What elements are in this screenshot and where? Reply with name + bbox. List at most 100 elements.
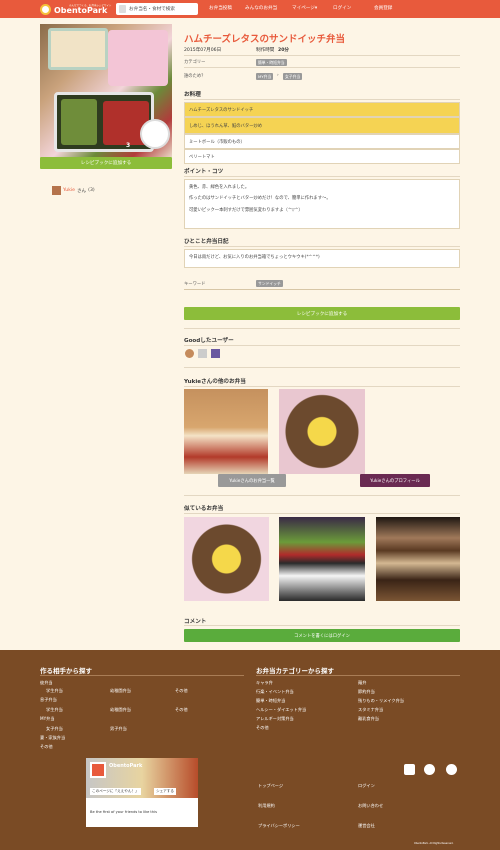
footer-link[interactable]: その他 xyxy=(175,707,188,713)
others-list-button[interactable]: Yukieさんのお弁当一覧 xyxy=(218,474,286,487)
footer-link[interactable]: 妻・家族弁当 xyxy=(40,735,65,741)
nav-mypage[interactable]: マイページ▾ xyxy=(292,5,317,11)
footer-link[interactable]: アレルギー対策弁当 xyxy=(256,716,294,722)
bento-thumbnail[interactable] xyxy=(184,389,268,474)
footer-link[interactable]: トップページ xyxy=(258,783,283,789)
add-recipe-button-bottom[interactable]: レシピブックに追加する xyxy=(184,307,460,320)
dish-item: しめじ、ほうれん草、鮭のバター炒め xyxy=(184,117,460,134)
logo-tagline: みんなでつくる、お弁当レシピサイト xyxy=(69,4,112,7)
nav-post[interactable]: お弁当投稿 xyxy=(209,5,232,11)
footer-link[interactable]: キャラ弁 xyxy=(256,680,273,686)
footer-link[interactable]: 学生弁当 xyxy=(46,688,63,694)
avatar[interactable] xyxy=(211,349,220,358)
facebook-widget[interactable]: ObentoPark このページに「ええやん！」 シェアする Be the fi… xyxy=(86,758,198,827)
dishes-title: お料理 xyxy=(184,92,201,98)
footer-link[interactable]: 学生弁当 xyxy=(46,707,63,713)
menu-icon[interactable] xyxy=(119,5,126,13)
facebook-icon[interactable] xyxy=(404,764,415,775)
sandwich-box xyxy=(48,28,108,70)
for-label: 誰のため？ xyxy=(184,74,206,79)
nav-everyone[interactable]: みんなのお弁当 xyxy=(245,5,277,11)
page-title: ハムチーズレタスのサンドイッチ弁当 xyxy=(184,34,346,45)
footer-link[interactable]: プライバシーポリシー xyxy=(258,823,300,829)
footer-link[interactable]: MY弁当 xyxy=(40,716,55,722)
fb-like-button[interactable]: このページに「ええやん！」 xyxy=(90,788,141,795)
footer-link[interactable]: 彼弁当 xyxy=(40,680,53,686)
points-box: 黄色、赤、緑色を入れました。 作ったのはサンドイッチとバター炒めだけ！なので、簡… xyxy=(184,179,460,229)
recipe-date: 2015年07月06日 xyxy=(184,48,222,53)
search-input[interactable]: お弁当名・食材で検索 xyxy=(129,6,175,12)
points-title: ポイント・コツ xyxy=(184,169,224,175)
footer-link[interactable]: 幼稚園弁当 xyxy=(110,688,131,694)
search-box[interactable]: お弁当名・食材で検索 xyxy=(116,3,198,15)
fb-share-button[interactable]: シェアする xyxy=(154,788,176,795)
bento-thumbnail[interactable] xyxy=(279,389,365,474)
footer-link[interactable]: 節約弁当 xyxy=(358,689,375,695)
site-header: みんなでつくる、お弁当レシピサイト ObentoPark お弁当名・食材で検索 … xyxy=(0,0,500,18)
site-logo[interactable]: みんなでつくる、お弁当レシピサイト ObentoPark xyxy=(40,2,111,16)
mascot-icon xyxy=(140,119,170,149)
line-icon[interactable] xyxy=(446,764,457,775)
logo-text: ObentoPark xyxy=(54,6,108,15)
dish-item: ハムチーズレタスのサンドイッチ xyxy=(184,102,460,117)
diary-box: 今日は雨だけど、お気に入りのお弁当箱でちょっとウキウキ(*^^*) xyxy=(184,249,460,268)
footer-link[interactable]: 麺弁 xyxy=(358,680,366,686)
point-text: 可愛いピック一本刺すだけで雰囲気変わりますよ（^▽^） xyxy=(189,207,303,213)
footer-link[interactable]: その他 xyxy=(256,725,269,731)
footer-link[interactable]: 運営会社 xyxy=(358,823,375,829)
bento-thumbnail[interactable] xyxy=(376,517,460,601)
footer-link[interactable]: スタミナ弁当 xyxy=(358,707,383,713)
footer-link[interactable]: 行楽・イベント弁当 xyxy=(256,689,294,695)
footer-left-title: 作る相手から探す xyxy=(40,667,92,675)
twitter-icon[interactable] xyxy=(424,764,435,775)
fb-page-name[interactable]: ObentoPark xyxy=(109,763,142,769)
for-tag-my[interactable]: MY弁当 xyxy=(256,73,274,80)
nav-register[interactable]: 会員登録 xyxy=(374,5,392,11)
author-name[interactable]: Yukie xyxy=(63,188,75,193)
footer-link[interactable]: その他 xyxy=(40,744,53,750)
footer-link[interactable]: 残りもの・リメイク弁当 xyxy=(358,698,404,704)
avatar[interactable] xyxy=(198,349,207,358)
point-text: 黄色、赤、緑色を入れました。 xyxy=(189,185,250,190)
footer-link[interactable]: 女子弁当 xyxy=(46,726,63,732)
bento-thumbnail[interactable] xyxy=(279,517,365,601)
time-value: 20分 xyxy=(278,48,289,53)
bento-photo[interactable]: 3 xyxy=(40,24,172,157)
comment-login-button[interactable]: コメントを書くにはログイン xyxy=(184,629,460,642)
author-count: (3) xyxy=(88,188,95,193)
others-title: Yukieさんの他のお弁当 xyxy=(184,379,246,385)
author-link[interactable]: Yukie さん (3) xyxy=(52,186,95,195)
pink-napkin xyxy=(108,30,168,86)
obentopark-logo-icon xyxy=(90,762,106,778)
footer-link[interactable]: ヘルシー・ダイエット弁当 xyxy=(256,707,306,713)
avatar xyxy=(52,186,61,195)
footer-link[interactable]: お問い合わせ xyxy=(358,803,383,809)
nav-login[interactable]: ログイン xyxy=(333,5,351,11)
footer-link[interactable]: ログイン xyxy=(358,783,375,789)
footer-link[interactable]: その他 xyxy=(175,688,188,694)
add-recipe-button[interactable]: レシピブックに追加する xyxy=(40,157,172,169)
footer-link[interactable]: 離乳食弁当 xyxy=(358,716,379,722)
avatar[interactable] xyxy=(185,349,194,358)
comment-title: コメント xyxy=(184,619,207,625)
fb-text: Be the first of your friends to like thi… xyxy=(90,810,157,814)
copyright: ObentoPark. All Rights Reserved. xyxy=(414,842,454,845)
keyword-tag[interactable]: サンドイッチ xyxy=(256,280,283,287)
footer-link[interactable]: 息子弁当 xyxy=(40,697,57,703)
category-label: カテゴリー xyxy=(184,60,206,65)
footer-link[interactable]: 利用規約 xyxy=(258,803,275,809)
for-tag-girl[interactable]: 女子弁当 xyxy=(283,73,303,80)
footer-link[interactable]: 男子弁当 xyxy=(110,726,127,732)
time-label: 制作時間 xyxy=(256,48,275,53)
good-users-title: Goodしたユーザー xyxy=(184,338,234,344)
keyword-label: キーワード xyxy=(184,282,206,287)
footer-link[interactable]: 簡単・時短弁当 xyxy=(256,698,285,704)
bento-thumbnail[interactable] xyxy=(184,517,269,601)
arrow-icon: › xyxy=(277,73,279,78)
category-tag[interactable]: 簡単・時短弁当 xyxy=(256,59,287,66)
author-suffix: さん xyxy=(76,188,87,194)
dish-item: ベリートマト xyxy=(184,149,460,164)
profile-button[interactable]: Yukieさんのプロフィール xyxy=(360,474,430,487)
footer-link[interactable]: 幼稚園弁当 xyxy=(110,707,131,713)
diary-title: ひとこと弁当日記 xyxy=(184,239,229,245)
